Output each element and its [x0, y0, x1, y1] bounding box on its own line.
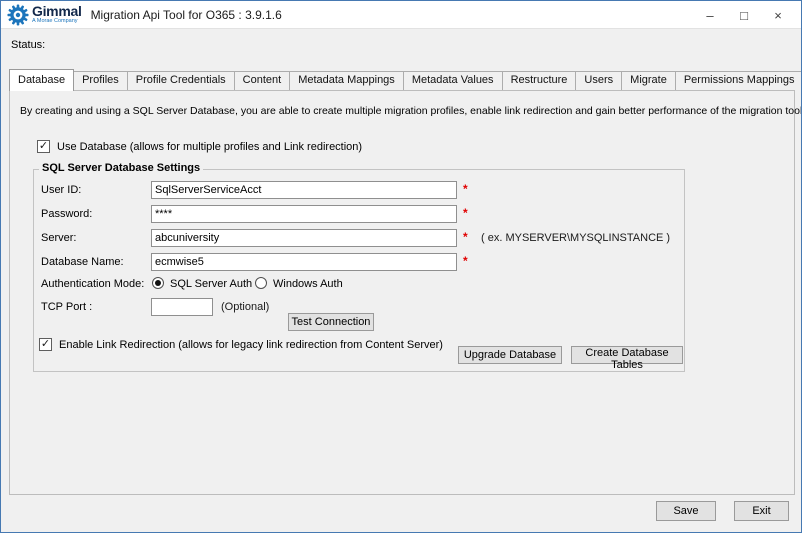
checkmark-icon: ✓: [40, 339, 51, 350]
create-database-tables-button[interactable]: Create Database Tables: [571, 346, 683, 364]
sql-server-auth-label: SQL Server Auth: [170, 278, 252, 290]
use-database-label: Use Database (allows for multiple profil…: [57, 141, 362, 153]
server-required-marker: *: [463, 230, 468, 244]
enable-link-redirection-label: Enable Link Redirection (allows for lega…: [59, 339, 443, 351]
database-description: By creating and using a SQL Server Datab…: [20, 105, 795, 117]
gimmal-logo: Gimmal A Morae Company: [7, 4, 82, 26]
tab-users[interactable]: Users: [575, 71, 622, 90]
user-id-field[interactable]: [151, 181, 457, 199]
minimize-button[interactable]: –: [693, 1, 727, 29]
authentication-mode-label: Authentication Mode:: [41, 278, 144, 290]
user-id-label: User ID:: [41, 184, 81, 196]
tab-database[interactable]: Database: [9, 69, 74, 91]
tab-strip: Database Profiles Profile Credentials Co…: [9, 69, 802, 90]
maximize-icon: □: [740, 8, 748, 23]
gear-icon: [7, 4, 29, 26]
tab-profile-credentials[interactable]: Profile Credentials: [127, 71, 235, 90]
windows-auth-radio[interactable]: [255, 277, 267, 289]
sql-server-auth-radio[interactable]: [152, 277, 164, 289]
enable-link-redirection-checkbox[interactable]: ✓: [39, 338, 52, 351]
tab-restructure[interactable]: Restructure: [502, 71, 577, 90]
save-button[interactable]: Save: [656, 501, 716, 521]
database-name-required-marker: *: [463, 254, 468, 268]
user-id-required-marker: *: [463, 182, 468, 196]
exit-button[interactable]: Exit: [734, 501, 789, 521]
minimize-icon: –: [706, 8, 713, 23]
server-field[interactable]: [151, 229, 457, 247]
brand-tagline: A Morae Company: [32, 19, 82, 25]
app-window: Gimmal A Morae Company Migration Api Too…: [0, 0, 802, 533]
tab-content[interactable]: Content: [234, 71, 291, 90]
radio-dot: [155, 280, 161, 286]
titlebar: Gimmal A Morae Company Migration Api Too…: [1, 1, 801, 29]
tcp-port-field[interactable]: [151, 298, 213, 316]
close-button[interactable]: ×: [761, 1, 795, 29]
close-icon: ×: [774, 8, 782, 23]
window-title: Migration Api Tool for O365 : 3.9.1.6: [91, 8, 282, 22]
password-required-marker: *: [463, 206, 468, 220]
brand-name: Gimmal: [32, 4, 82, 18]
brand-block: Gimmal A Morae Company: [32, 4, 82, 25]
test-connection-button[interactable]: Test Connection: [288, 313, 374, 331]
checkmark-icon: ✓: [38, 141, 49, 152]
windows-auth-label: Windows Auth: [273, 278, 343, 290]
tab-permissions-mappings[interactable]: Permissions Mappings: [675, 71, 802, 90]
window-controls: – □ ×: [693, 1, 795, 29]
tab-migrate[interactable]: Migrate: [621, 71, 676, 90]
server-format-hint: ( ex. MYSERVER\MYSQLINSTANCE ): [481, 232, 670, 244]
maximize-button[interactable]: □: [727, 1, 761, 29]
tcp-port-label: TCP Port :: [41, 301, 92, 313]
tab-profiles[interactable]: Profiles: [73, 71, 128, 90]
database-name-label: Database Name:: [41, 256, 124, 268]
status-label: Status:: [11, 39, 45, 51]
sql-settings-title: SQL Server Database Settings: [39, 162, 203, 174]
tab-metadata-values[interactable]: Metadata Values: [403, 71, 503, 90]
password-field[interactable]: [151, 205, 457, 223]
password-label: Password:: [41, 208, 92, 220]
tcp-port-optional-hint: (Optional): [221, 301, 269, 313]
upgrade-database-button[interactable]: Upgrade Database: [458, 346, 562, 364]
use-database-checkbox[interactable]: ✓: [37, 140, 50, 153]
tab-metadata-mappings[interactable]: Metadata Mappings: [289, 71, 404, 90]
server-label: Server:: [41, 232, 76, 244]
database-name-field[interactable]: [151, 253, 457, 271]
